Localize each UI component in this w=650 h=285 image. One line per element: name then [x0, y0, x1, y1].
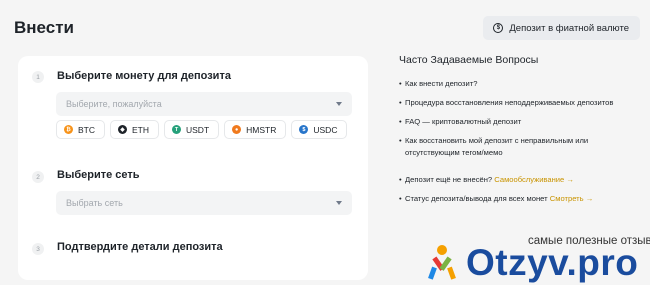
page-title: Внести — [14, 18, 75, 37]
deposit-not-arrived: • Депозит ещё не внесён? Самообслуживани… — [399, 174, 574, 186]
coin-chip-usdc[interactable]: $ USDC — [291, 120, 348, 139]
faq-link[interactable]: Как восстановить мой депозит с неправиль… — [405, 135, 609, 159]
coin-chip-label: USDC — [313, 124, 338, 135]
fiat-deposit-label: Депозит в фиатной валюте — [509, 22, 629, 34]
faq-link[interactable]: Как внести депозит? — [405, 78, 478, 90]
chevron-down-icon — [336, 201, 342, 205]
faq-item[interactable]: • FAQ — криптовалютный депозит — [399, 116, 521, 128]
coin-chip-hmstr[interactable]: ● HMSTR — [224, 120, 287, 139]
usdc-icon: $ — [299, 125, 309, 134]
bitcoin-icon: ₿ — [64, 125, 73, 134]
self-service-link[interactable]: Самообслуживание → — [494, 174, 574, 186]
fiat-deposit-button[interactable]: $ Депозит в фиатной валюте — [483, 16, 640, 40]
coin-chip-label: USDT — [186, 124, 210, 135]
currency-icon: $ — [493, 23, 504, 33]
faq-link[interactable]: Процедура восстановления неподдерживаемы… — [405, 97, 613, 109]
step-title: Выберите монету для депозита — [57, 70, 231, 82]
ethereum-icon: ◆ — [118, 125, 127, 134]
step-title: Подтвердите детали депозита — [57, 241, 223, 253]
view-status-link[interactable]: Смотреть → — [550, 193, 594, 205]
coin-chip-label: ETH — [132, 124, 149, 135]
watermark-logo-icon — [428, 245, 456, 280]
coin-chip-label: BTC — [78, 124, 95, 135]
deposit-status-text: Статус депозита/вывода для всех монет — [405, 194, 548, 203]
coin-chip-label: HMSTR — [246, 124, 277, 135]
step-title: Выберите сеть — [57, 169, 140, 181]
faq-title: Часто Задаваемые Вопросы — [399, 54, 539, 66]
chevron-down-icon — [336, 102, 342, 106]
deposit-card: 1 Выберите монету для депозита Выберите,… — [18, 56, 368, 280]
faq-item[interactable]: • Как восстановить мой депозит с неправил… — [399, 135, 609, 159]
watermark-brand: Otzyv.pro — [466, 242, 639, 283]
coin-chip-eth[interactable]: ◆ ETH — [110, 120, 159, 139]
step-number: 3 — [32, 243, 44, 255]
coin-select[interactable]: Выберите, пожалуйста — [56, 92, 352, 116]
network-select[interactable]: Выбрать сеть — [56, 191, 352, 215]
tether-icon: T — [172, 125, 181, 134]
quick-coin-list: ₿ BTC ◆ ETH T USDT ● HMSTR $ USDC — [56, 120, 348, 139]
watermark: самые полезные отзывы Otzyv.pro — [418, 232, 650, 285]
step-number: 1 — [32, 71, 44, 83]
network-select-placeholder: Выбрать сеть — [66, 198, 123, 208]
coin-chip-btc[interactable]: ₿ BTC — [56, 120, 105, 139]
deposit-status: • Статус депозита/вывода для всех монет … — [399, 193, 594, 205]
faq-link[interactable]: FAQ — криптовалютный депозит — [405, 116, 521, 128]
step-number: 2 — [32, 171, 44, 183]
deposit-not-arrived-text: Депозит ещё не внесён? — [405, 175, 493, 184]
coin-chip-usdt[interactable]: T USDT — [164, 120, 220, 139]
faq-item[interactable]: • Процедура восстановления неподдерживаем… — [399, 97, 613, 109]
hamster-icon: ● — [232, 125, 242, 134]
faq-item[interactable]: • Как внести депозит? — [399, 78, 478, 90]
coin-select-placeholder: Выберите, пожалуйста — [66, 99, 162, 109]
